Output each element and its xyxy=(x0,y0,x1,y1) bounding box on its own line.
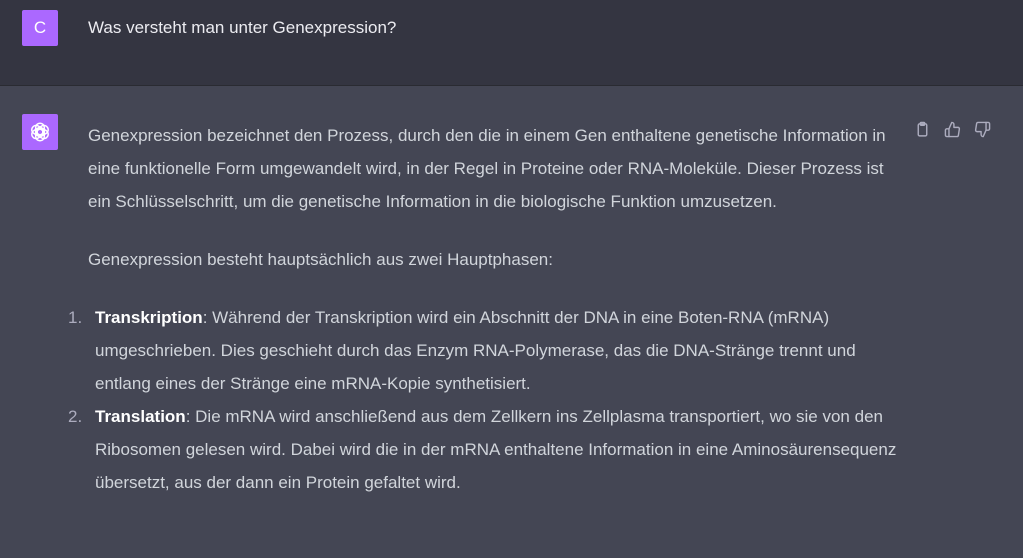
user-avatar: C xyxy=(22,10,58,46)
list-number: 1. xyxy=(68,308,83,327)
list-number: 2. xyxy=(68,407,83,426)
thumbs-up-button[interactable] xyxy=(942,119,962,139)
list-text: : Während der Transkription wird ein Abs… xyxy=(95,308,856,393)
user-avatar-letter: C xyxy=(33,18,47,37)
phase-list: 1. Transkription: Während der Transkripti… xyxy=(68,301,898,499)
clipboard-icon xyxy=(917,121,927,137)
assistant-message-row: Genexpression bezeichnet den Prozess, du… xyxy=(0,86,1023,558)
list-item: 1. Transkription: Während der Transkripti… xyxy=(68,301,898,400)
list-term: Translation xyxy=(95,407,186,426)
assistant-message-body: Genexpression bezeichnet den Prozess, du… xyxy=(68,119,898,499)
assistant-avatar xyxy=(22,114,58,150)
openai-logo-icon xyxy=(31,122,49,142)
assistant-paragraph: Genexpression besteht hauptsächlich aus … xyxy=(88,250,553,269)
user-message-text: Was versteht man unter Genexpression? xyxy=(88,18,397,37)
thumbs-down-icon xyxy=(974,121,990,137)
list-term: Transkription xyxy=(95,308,203,327)
thumbs-down-button[interactable] xyxy=(972,119,992,139)
copy-button[interactable] xyxy=(912,119,932,139)
list-item: 2. Translation: Die mRNA wird anschließen… xyxy=(68,400,898,499)
user-message-row: C Was versteht man unter Genexpression? xyxy=(0,0,1023,86)
thumbs-up-icon xyxy=(944,121,960,137)
list-text: : Die mRNA wird anschließend aus dem Zel… xyxy=(95,407,897,492)
assistant-paragraph: Genexpression bezeichnet den Prozess, du… xyxy=(88,126,886,211)
message-actions xyxy=(912,119,992,139)
